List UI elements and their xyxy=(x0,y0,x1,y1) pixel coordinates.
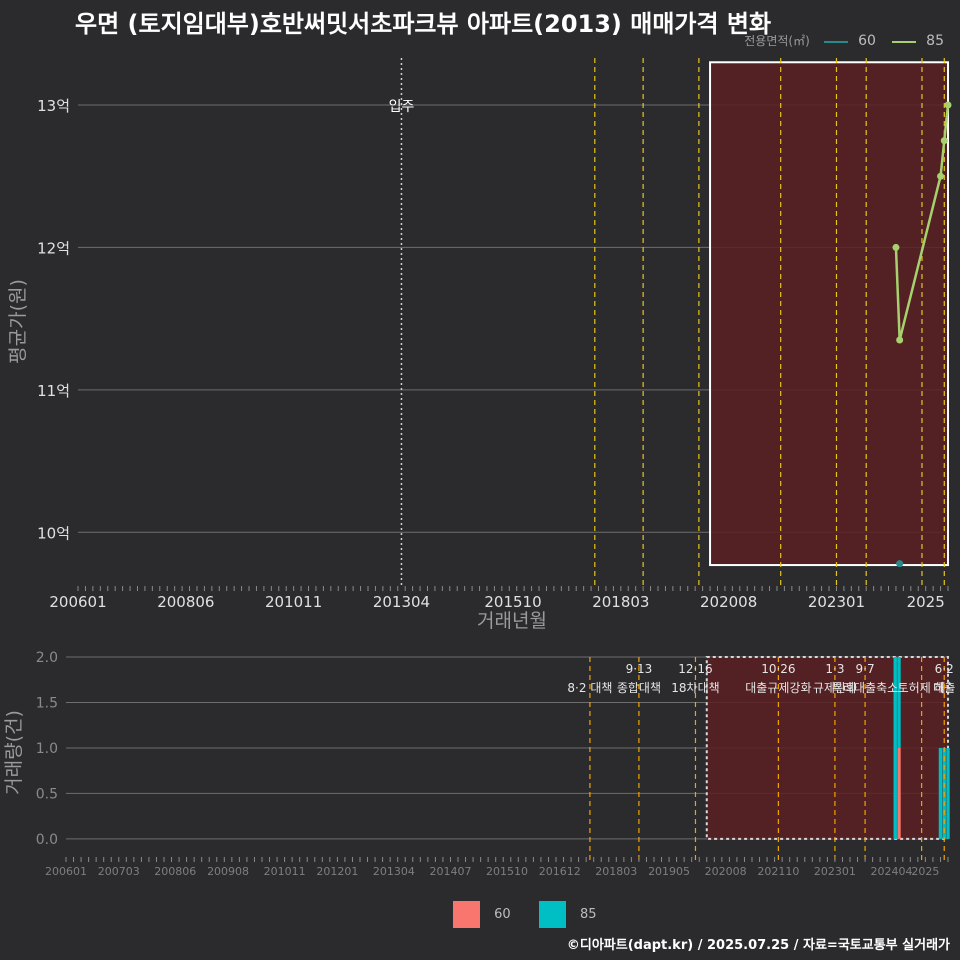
price-shaded-period xyxy=(709,61,949,567)
price-x-tick-label: 201304 xyxy=(373,593,430,611)
policy-name-label: 8·2 대책 xyxy=(567,680,612,695)
price-x-tick-label: 201510 xyxy=(484,593,541,611)
volume-bar-60 xyxy=(897,747,901,839)
price-x-tick-label: 200601 xyxy=(49,593,106,611)
source-footer: ©디아파트(dapt.kr) / 2025.07.25 / 자료=국토교통부 실… xyxy=(566,938,950,953)
volume-x-tick-label: 202404 xyxy=(870,865,912,878)
chart-page: 우면 (토지임대부)호반써밋서초파크뷰 아파트(2013) 매매가격 변화 전용… xyxy=(0,0,960,960)
volume-x-tick-label: 202301 xyxy=(814,865,856,878)
price-point-85 xyxy=(937,172,945,180)
policy-name-label: 대출 xyxy=(933,681,955,695)
price-x-tick-label: 202008 xyxy=(700,593,757,611)
volume-legend-label-85: 85 xyxy=(579,907,597,922)
volume-x-tick-label: 201011 xyxy=(264,865,306,878)
volume-legend-label-60: 60 xyxy=(494,907,511,922)
price-y-tick-label: 12억 xyxy=(37,239,70,257)
price-y-tick-label: 11억 xyxy=(37,382,70,400)
policy-date-label: 9·7 xyxy=(856,662,875,676)
price-x-tick-label: 2025 xyxy=(907,593,945,611)
volume-legend-swatch-60 xyxy=(453,901,480,928)
price-y-tick-label: 10억 xyxy=(37,524,70,542)
volume-x-tick-label: 2025 xyxy=(911,865,939,878)
policy-name-label: 대출규제강화 xyxy=(745,681,811,695)
price-x-tick-label: 201803 xyxy=(592,593,649,611)
volume-y-tick-label: 1.5 xyxy=(36,695,58,711)
volume-bar-85 xyxy=(946,747,950,839)
policy-name-label: 종합대책 xyxy=(617,680,661,695)
price-x-tick-label: 200806 xyxy=(157,593,214,611)
volume-x-tick-label: 202110 xyxy=(757,865,799,878)
volume-x-tick-label: 201612 xyxy=(539,865,581,878)
volume-y-axis-title: 거래량(건) xyxy=(3,710,25,795)
volume-x-tick-label: 200806 xyxy=(154,865,196,878)
policy-name-label: 특례대출축소 xyxy=(832,681,898,695)
policy-date-label: 6·2 xyxy=(935,662,954,676)
volume-legend: 60 85 xyxy=(453,901,621,928)
volume-legend-swatch-85 xyxy=(538,901,566,928)
volume-x-tick-label: 202008 xyxy=(705,865,747,878)
policy-date-label: 1·3 xyxy=(825,662,844,676)
price-point-85 xyxy=(940,137,948,145)
price-y-axis-title: 평균가(원) xyxy=(7,279,29,364)
volume-x-tick-label: 201803 xyxy=(595,865,637,878)
volume-chart: 0.0 0.5 1.0 1.5 2.0 8·2 대책 9·13 종합대책 12·16 18차대책 1… xyxy=(3,650,955,878)
move-in-label: 입주 xyxy=(389,99,415,115)
price-y-tick-label: 13억 xyxy=(37,97,70,115)
volume-bar-85 xyxy=(938,747,943,839)
volume-x-tick-label: 201304 xyxy=(373,865,415,878)
volume-x-tick-label: 201510 xyxy=(486,865,528,878)
volume-bar-85 xyxy=(897,657,901,748)
price-point-85 xyxy=(944,101,952,109)
price-x-tick-label: 201011 xyxy=(265,593,322,611)
volume-x-tick-label: 200908 xyxy=(207,865,249,878)
policy-date-label: 10·26 xyxy=(761,662,795,676)
policy-date-label: 12·16 xyxy=(678,662,712,676)
volume-x-tick-label: 201201 xyxy=(316,865,358,878)
price-x-tick-label: 202301 xyxy=(808,593,865,611)
volume-x-tick-label: 201905 xyxy=(648,865,690,878)
volume-x-tick-label: 200601 xyxy=(45,865,87,878)
volume-x-tick-label: 201407 xyxy=(429,865,471,878)
volume-x-tick-label: 200703 xyxy=(98,865,140,878)
price-point-85 xyxy=(892,243,900,251)
price-x-axis-title: 거래년월 xyxy=(477,610,547,632)
policy-name-label: 18차대책 xyxy=(671,680,719,695)
policy-date-label: 9·13 xyxy=(626,662,653,676)
volume-y-tick-label: 0.5 xyxy=(36,786,58,802)
volume-y-tick-label: 2.0 xyxy=(36,650,58,666)
volume-y-tick-label: 0.0 xyxy=(36,832,58,848)
price-chart: 10억 11억 12억 13억 입주 200601 200806 201011 201304 20… xyxy=(7,58,952,632)
price-point-60 xyxy=(896,560,904,568)
price-point-85 xyxy=(896,336,904,344)
volume-y-tick-label: 1.0 xyxy=(36,741,58,757)
